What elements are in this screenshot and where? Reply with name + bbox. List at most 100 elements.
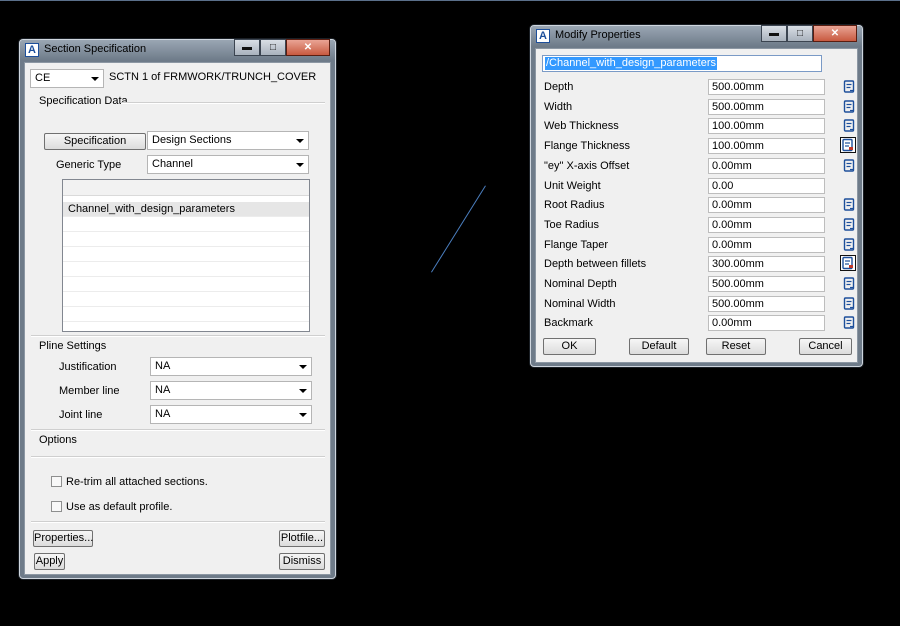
divider: [31, 335, 325, 337]
property-value-field[interactable]: 0.00mm: [708, 217, 825, 233]
property-value-field[interactable]: 0.00mm: [708, 237, 825, 253]
edit-icon[interactable]: [843, 316, 855, 329]
member-line-combo[interactable]: NA: [150, 381, 312, 400]
edit-icon[interactable]: [843, 238, 855, 251]
edit-icon[interactable]: [843, 297, 855, 310]
close-button[interactable]: ✕: [286, 39, 330, 56]
edit-icon-highlighted[interactable]: [840, 137, 856, 153]
property-value-field[interactable]: 0.00: [708, 178, 825, 194]
minimize-button[interactable]: ▬: [234, 39, 260, 56]
reset-button[interactable]: Reset: [706, 338, 766, 355]
list-item-empty: [63, 292, 309, 307]
justification-combo[interactable]: NA: [150, 357, 312, 376]
member-line-label: Member line: [59, 385, 120, 397]
property-value-field[interactable]: 0.00mm: [708, 315, 825, 331]
close-button[interactable]: ✕: [813, 25, 857, 42]
edit-icon[interactable]: [843, 277, 855, 290]
modify-properties-window: A Modify Properties ▬ □ ✕ /Channel_with_…: [530, 25, 863, 367]
minimize-button[interactable]: ▬: [761, 25, 787, 42]
property-label: Unit Weight: [544, 180, 601, 192]
property-value-field[interactable]: 0.00mm: [708, 158, 825, 174]
chevron-down-icon: [91, 77, 99, 81]
generic-type-label: Generic Type: [56, 159, 122, 171]
default-profile-label: Use as default profile.: [66, 501, 173, 513]
list-item-empty: [63, 262, 309, 277]
chevron-down-icon: [299, 389, 307, 393]
edit-icon[interactable]: [843, 159, 855, 172]
property-value-field[interactable]: 0.00mm: [708, 197, 825, 213]
edit-icon-highlighted[interactable]: [840, 255, 856, 271]
specification-combo[interactable]: Design Sections: [147, 131, 309, 150]
edit-icon[interactable]: [843, 218, 855, 231]
list-item-empty: [63, 277, 309, 292]
property-label: Root Radius: [544, 199, 605, 211]
window-title: Section Specification: [44, 43, 147, 55]
retrim-label: Re-trim all attached sections.: [66, 476, 208, 488]
property-value-field[interactable]: 500.00mm: [708, 99, 825, 115]
window-title: Modify Properties: [555, 29, 641, 41]
justification-label: Justification: [59, 361, 117, 373]
generic-type-combo[interactable]: Channel: [147, 155, 309, 174]
default-button[interactable]: Default: [629, 338, 689, 355]
model-line-element[interactable]: [431, 185, 486, 273]
property-label: "ey" X-axis Offset: [544, 160, 630, 172]
retrim-checkbox[interactable]: [51, 476, 62, 487]
ce-description: SCTN 1 of FRMWORK/TRUNCH_COVER: [109, 71, 317, 83]
property-label: Depth between fillets: [544, 258, 647, 270]
edit-icon[interactable]: [843, 119, 855, 132]
list-item-empty: [63, 232, 309, 247]
options-label: Options: [39, 434, 77, 446]
list-item-empty: [63, 247, 309, 262]
plotfile-button[interactable]: Plotfile...: [279, 530, 325, 547]
list-item-empty: [63, 217, 309, 232]
profile-listbox[interactable]: Channel_with_design_parameters: [62, 179, 310, 332]
property-value-field[interactable]: 300.00mm: [708, 256, 825, 272]
property-label: Flange Taper: [544, 239, 609, 251]
property-label: Depth: [544, 81, 574, 93]
maximize-button[interactable]: □: [260, 39, 286, 56]
property-value-field[interactable]: 500.00mm: [708, 79, 825, 95]
property-value-field[interactable]: 500.00mm: [708, 276, 825, 292]
property-value-field[interactable]: 100.00mm: [708, 118, 825, 134]
list-item-empty: [63, 307, 309, 322]
joint-line-label: Joint line: [59, 409, 103, 421]
property-label: Width: [544, 101, 573, 113]
chevron-down-icon: [296, 163, 304, 167]
divider: [31, 456, 325, 458]
properties-button[interactable]: Properties...: [33, 530, 93, 547]
chevron-down-icon: [299, 365, 307, 369]
joint-line-combo[interactable]: NA: [150, 405, 312, 424]
divider: [31, 521, 325, 523]
name-field[interactable]: /Channel_with_design_parameters: [542, 55, 822, 72]
modify-properties-titlebar[interactable]: A Modify Properties ▬ □ ✕: [531, 25, 862, 46]
edit-icon[interactable]: [843, 100, 855, 113]
ok-button[interactable]: OK: [543, 338, 596, 355]
list-header: [63, 180, 309, 196]
ce-combo[interactable]: CE: [30, 69, 104, 88]
specification-button[interactable]: Specification: [44, 133, 146, 150]
default-profile-checkbox[interactable]: [51, 501, 62, 512]
app-icon: A: [25, 43, 39, 57]
property-value-field[interactable]: 100.00mm: [708, 138, 825, 154]
app-icon: A: [536, 29, 550, 43]
section-specification-window: A Section Specification ▬ □ ✕ CE SCTN 1 …: [19, 39, 336, 579]
apply-button[interactable]: Apply: [34, 553, 65, 570]
divider: [31, 429, 325, 431]
edit-icon[interactable]: [843, 198, 855, 211]
cancel-button[interactable]: Cancel: [799, 338, 852, 355]
pline-group-label: Pline Settings: [39, 340, 107, 352]
section-spec-client: CE SCTN 1 of FRMWORK/TRUNCH_COVER Specif…: [24, 62, 331, 575]
name-field-selected-text: /Channel_with_design_parameters: [545, 57, 717, 70]
edit-icon[interactable]: [843, 80, 855, 93]
dismiss-button[interactable]: Dismiss: [279, 553, 325, 570]
modify-properties-client: /Channel_with_design_parameters Depth 500…: [535, 48, 858, 363]
property-label: Backmark: [544, 317, 593, 329]
property-label: Nominal Width: [544, 298, 616, 310]
divider: [121, 102, 325, 104]
property-value-field[interactable]: 500.00mm: [708, 296, 825, 312]
list-item[interactable]: Channel_with_design_parameters: [63, 202, 309, 217]
chevron-down-icon: [296, 139, 304, 143]
maximize-button[interactable]: □: [787, 25, 813, 42]
section-spec-titlebar[interactable]: A Section Specification ▬ □ ✕: [20, 39, 335, 60]
property-label: Web Thickness: [544, 120, 619, 132]
